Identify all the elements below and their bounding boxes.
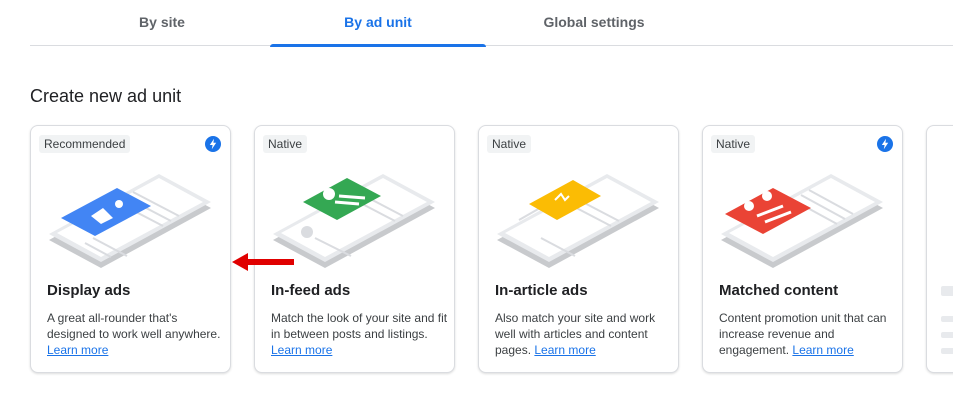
tab-by-ad-unit[interactable]: By ad unit [270, 0, 486, 47]
lightning-bolt-icon [205, 136, 221, 152]
ad-unit-card-in-feed[interactable]: Native In-feed ads Match the look of you… [254, 125, 455, 373]
card-description: A great all-rounder that's designed to w… [47, 310, 225, 358]
tab-global-settings[interactable]: Global settings [486, 0, 702, 46]
ad-unit-card-display[interactable]: Recommended Display ads A great all-roun… [30, 125, 231, 373]
partial-text-placeholder [941, 332, 953, 338]
learn-more-link[interactable]: Learn more [792, 343, 853, 357]
partial-text-placeholder [941, 316, 953, 322]
card-description-text: Match the look of your site and fit in b… [271, 311, 448, 341]
in-article-ads-illustration [497, 174, 659, 268]
card-title: In-article ads [495, 282, 588, 299]
section-heading: Create new ad unit [30, 86, 182, 106]
partial-title-placeholder [941, 286, 953, 296]
ad-unit-card-partial[interactable] [926, 125, 953, 373]
card-badge: Native [263, 135, 308, 153]
card-description: Content promotion unit that can increase… [719, 310, 897, 358]
partial-text-placeholder [941, 348, 953, 354]
card-badge: Recommended [39, 135, 131, 153]
tab-by-site[interactable]: By site [54, 0, 270, 46]
learn-more-link[interactable]: Learn more [47, 343, 108, 357]
tab-bar: By site By ad unit Global settings [30, 0, 953, 47]
learn-more-link[interactable]: Learn more [534, 343, 595, 357]
card-description-text: A great all-rounder that's designed to w… [47, 311, 221, 341]
display-ads-illustration [49, 174, 211, 268]
learn-more-link[interactable]: Learn more [271, 343, 332, 357]
card-badge: Native [711, 135, 756, 153]
card-description: Also match your site and work well with … [495, 310, 673, 358]
card-title: In-feed ads [271, 282, 351, 299]
ad-unit-card-in-article[interactable]: Native In-article ads Also match your si… [478, 125, 679, 373]
card-title: Matched content [719, 282, 839, 299]
matched-content-illustration [721, 174, 883, 268]
card-badge: Native [487, 135, 532, 153]
lightning-bolt-icon [877, 136, 893, 152]
card-title: Display ads [47, 282, 131, 299]
card-description: Match the look of your site and fit in b… [271, 310, 449, 358]
annotation-arrow-icon [232, 253, 294, 271]
ad-unit-card-matched-content[interactable]: Native Matched content Content promotion… [702, 125, 903, 373]
